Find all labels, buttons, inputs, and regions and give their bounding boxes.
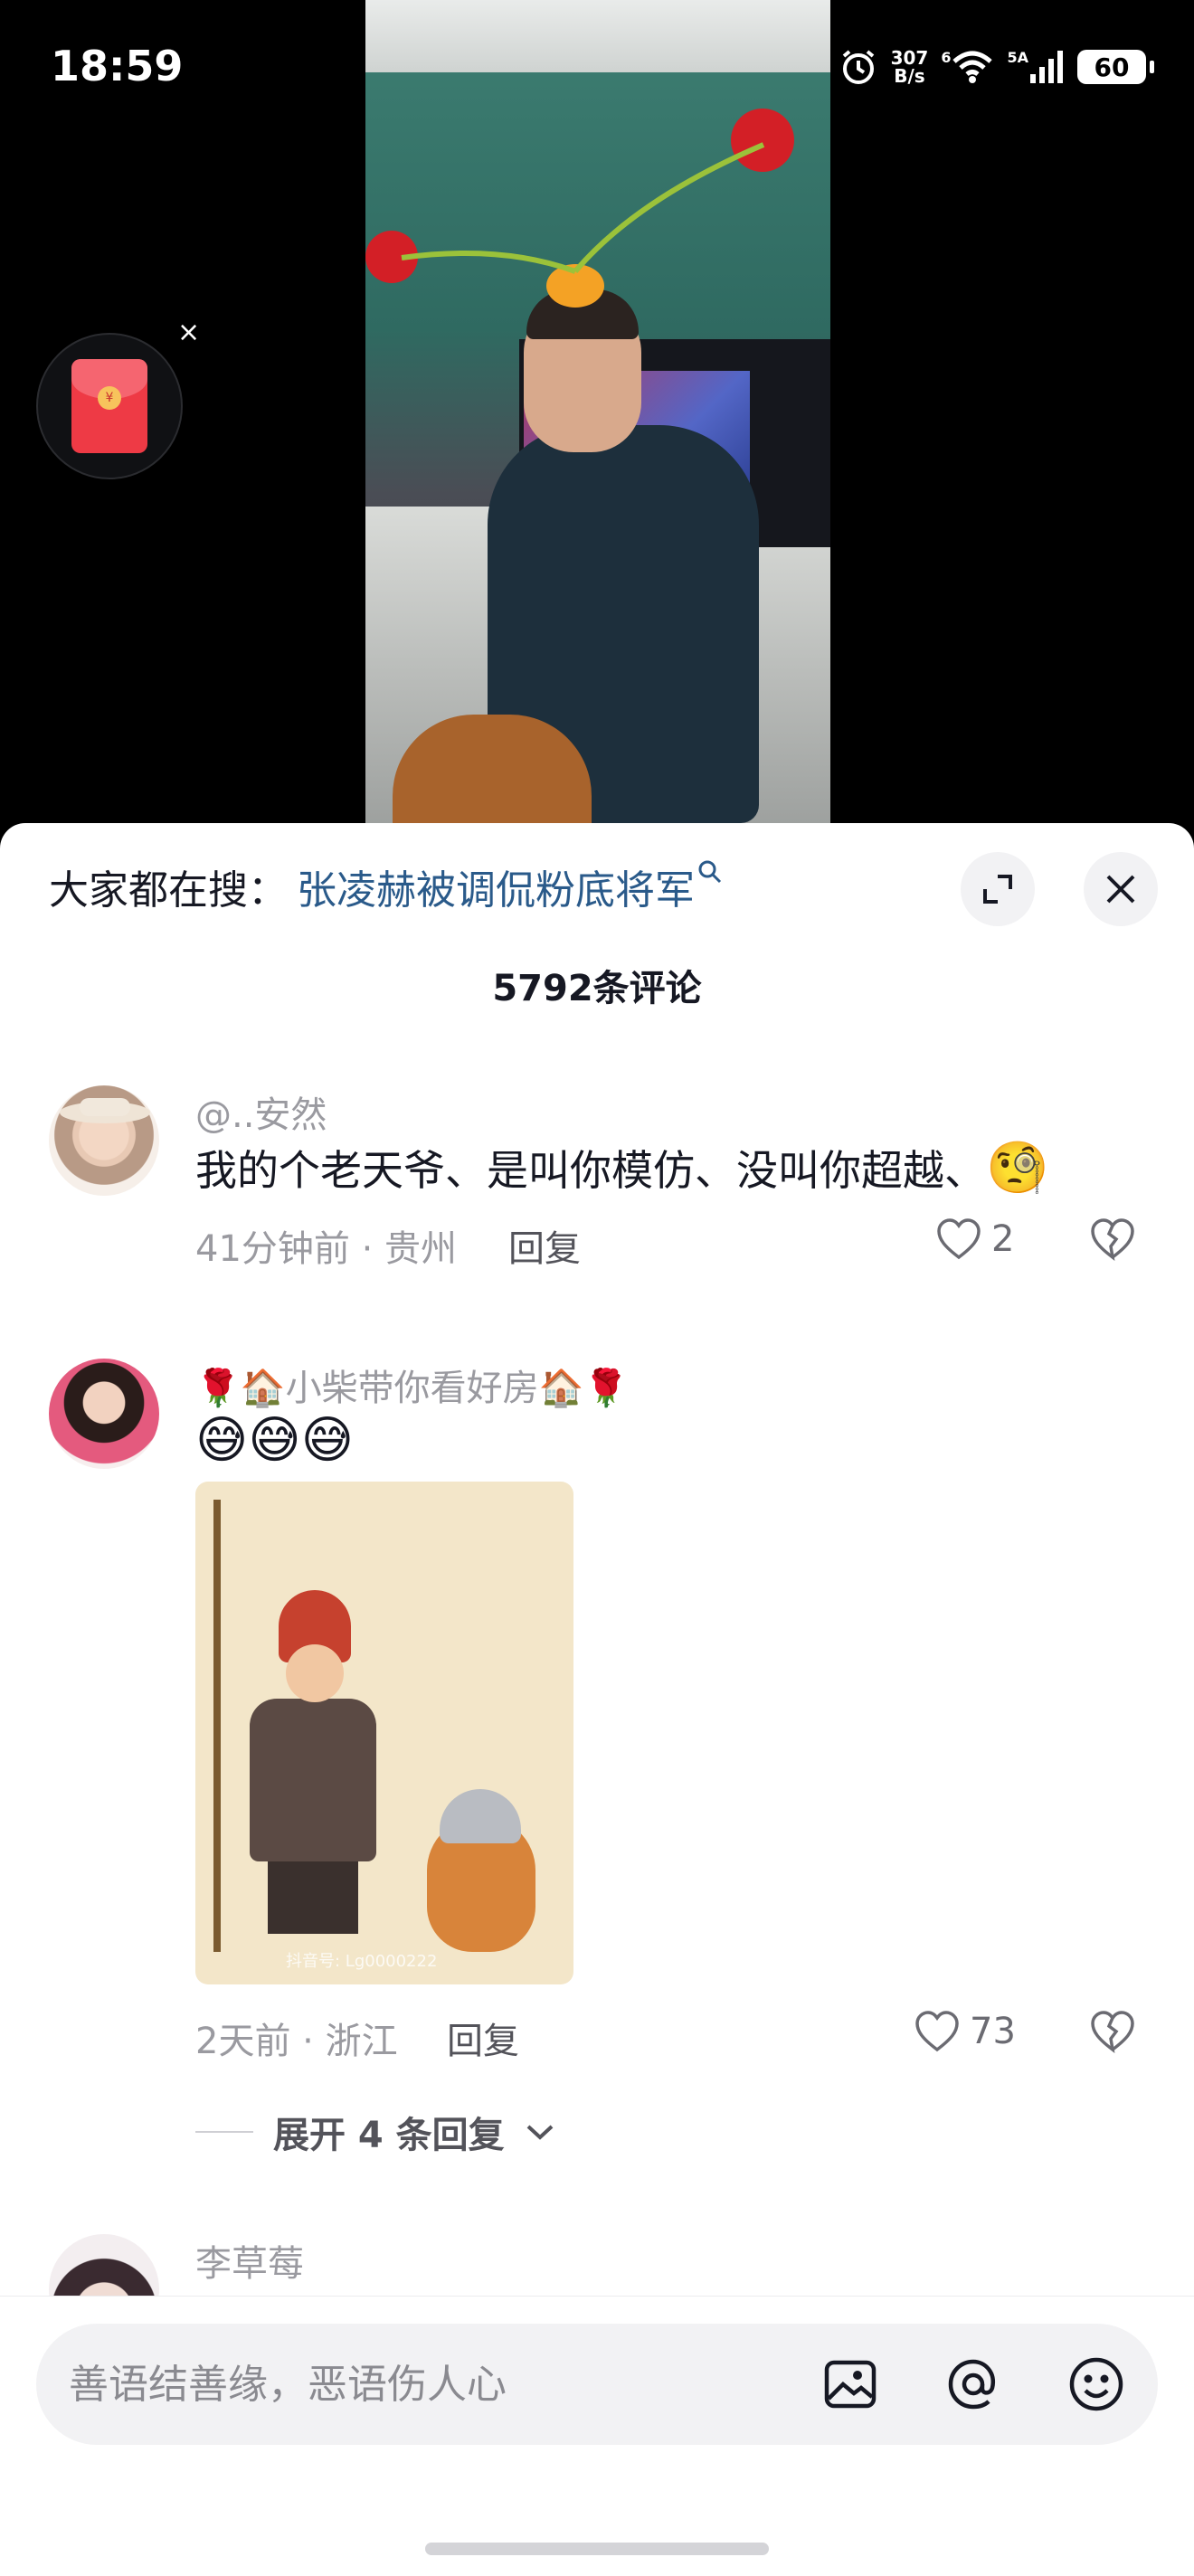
comment-username[interactable]: 李草莓 — [195, 2234, 304, 2287]
net-speed-value: 307 — [890, 47, 929, 69]
image-bug-helmet — [440, 1789, 521, 1843]
broken-heart-icon — [1091, 1218, 1134, 1262]
comment-input-box — [36, 2324, 1158, 2445]
comment-item: 🌹🏠小柴带你看好房🏠🌹 😅😅😅 抖音号: Lg0000222 2天前 · 浙江 … — [49, 1359, 1161, 2156]
at-icon — [948, 2359, 996, 2410]
image-picker-button[interactable] — [820, 2353, 881, 2415]
expand-divider — [195, 2131, 253, 2133]
image-icon — [824, 2360, 877, 2409]
expand-replies-label: 展开 4 条回复 — [273, 2115, 505, 2156]
image-general — [232, 1590, 394, 1934]
trending-search-prefix: 大家都在搜： — [49, 867, 288, 914]
image-watermark: 抖音号: Lg0000222 — [286, 1952, 438, 1971]
sweat-smile-emoji-icon: 😅 — [248, 1411, 301, 1470]
comment-text-body: 我的个老天爷、是叫你模仿、没叫你超越、 — [195, 1146, 986, 1195]
trending-search: 大家都在搜： 张凌赫被调侃粉底将军 — [49, 857, 722, 915]
net-speed: 307 B/s — [891, 49, 929, 85]
signal-icon — [1030, 51, 1063, 83]
trending-search-link[interactable]: 张凌赫被调侃粉底将军 — [297, 857, 695, 915]
red-packet-button[interactable]: ¥ — [36, 333, 183, 479]
expand-replies-button[interactable]: 展开 4 条回复 — [195, 2106, 555, 2158]
video-area[interactable]: 18:59 307 B/s 6 5A 60 ¥ × — [0, 0, 1194, 850]
avatar-hat — [60, 1098, 150, 1123]
like-button[interactable]: 2 — [935, 1217, 1014, 1261]
comment-text: 我的个老天爷、是叫你模仿、没叫你超越、🧐 — [195, 1138, 1049, 1198]
dislike-button[interactable] — [1089, 1217, 1136, 1271]
image-general-face — [286, 1644, 344, 1702]
comment-count: 5792条评论 — [492, 968, 702, 1009]
like-button[interactable]: 73 — [914, 2010, 1016, 2053]
sweat-smile-emoji-icon: 😅 — [195, 1411, 249, 1470]
wifi-label: 6 — [941, 49, 952, 66]
net-speed-unit: B/s — [894, 65, 925, 87]
status-time: 18:59 — [51, 42, 184, 90]
like-count: 2 — [991, 1218, 1015, 1260]
emoji-button[interactable] — [1066, 2353, 1127, 2415]
home-indicator[interactable] — [425, 2543, 769, 2555]
heart-icon — [937, 1218, 981, 1260]
comment-time-location: 2天前 · 浙江 — [195, 2021, 398, 2062]
status-icons: 307 B/s 6 5A 60 — [839, 47, 1154, 87]
video-frame[interactable] — [365, 0, 830, 823]
reply-button[interactable]: 回复 — [447, 2012, 519, 2064]
avatar[interactable] — [49, 1085, 159, 1196]
mention-button[interactable] — [943, 2353, 1004, 2415]
broken-heart-icon — [1091, 2011, 1134, 2054]
like-count: 73 — [970, 2011, 1016, 2052]
chevron-down-icon — [526, 2125, 554, 2140]
comment-image[interactable]: 抖音号: Lg0000222 — [195, 1482, 573, 1984]
red-packet-close-icon[interactable]: × — [177, 317, 200, 348]
alarm-icon — [842, 50, 874, 84]
sweat-smile-emoji-icon: 😅 — [300, 1411, 355, 1470]
close-button[interactable] — [1084, 852, 1158, 926]
avatar[interactable] — [49, 1359, 159, 1469]
image-general-legs — [268, 1861, 358, 1934]
battery-tip — [1150, 61, 1154, 73]
dislike-button[interactable] — [1089, 2010, 1136, 2063]
battery-icon: 60 — [1077, 50, 1146, 84]
comment-item: @..安然 我的个老天爷、是叫你模仿、没叫你超越、🧐 41分钟前 · 贵州 回复… — [49, 1085, 1161, 1270]
red-packet-icon: ¥ — [71, 359, 147, 453]
smile-icon — [1069, 2357, 1123, 2411]
heart-icon — [915, 2011, 959, 2052]
wifi-icon — [952, 51, 993, 83]
video-antennae — [401, 142, 765, 274]
expand-button[interactable] — [961, 852, 1035, 926]
search-icon — [698, 860, 722, 884]
comment-emojis: 😅😅😅 — [195, 1411, 354, 1470]
comment-time-location: 41分钟前 · 贵州 — [195, 1228, 458, 1270]
image-spear — [213, 1500, 221, 1952]
reply-button[interactable]: 回复 — [508, 1219, 581, 1272]
thinking-emoji-icon: 🧐 — [986, 1139, 1049, 1198]
cell-label: 5A — [1007, 49, 1028, 66]
expand-icon — [983, 875, 1012, 904]
red-packet-coin: ¥ — [98, 386, 121, 410]
image-general-armor — [250, 1699, 376, 1861]
comment-input[interactable] — [69, 2324, 792, 2445]
comment-input-bar — [0, 2296, 1194, 2576]
close-icon — [1106, 875, 1135, 904]
comment-username[interactable]: 🌹🏠小柴带你看好房🏠🌹 — [195, 1359, 629, 1411]
comment-username[interactable]: @..安然 — [195, 1085, 327, 1138]
